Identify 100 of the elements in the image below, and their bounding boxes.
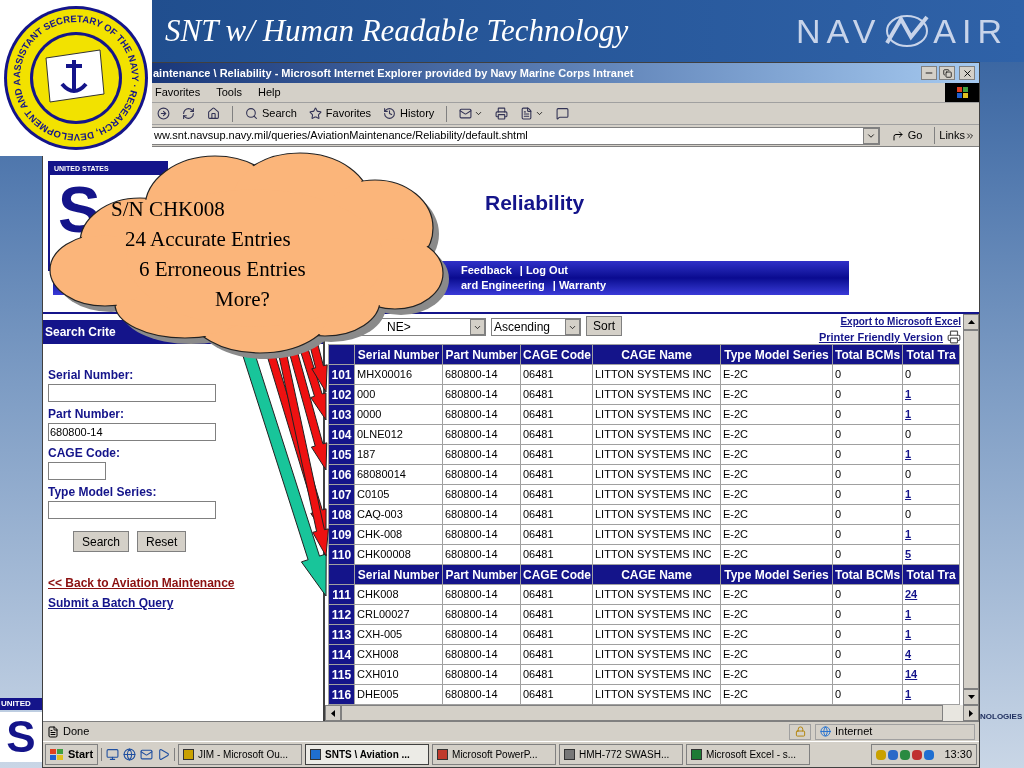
form-button[interactable]: Search [73, 531, 130, 552]
table-cell: E-2C [720, 604, 833, 625]
taskbar-button[interactable]: Microsoft Excel - s... [686, 744, 811, 765]
zone-text: Internet [835, 724, 873, 740]
callout-text: More? [214, 286, 271, 313]
nav-link[interactable]: | Log Out [519, 263, 569, 278]
table-cell: LITTON SYSTEMS INC [592, 544, 721, 565]
chevrons-icon [965, 130, 975, 141]
table-cell: 0 [832, 504, 903, 525]
total-link[interactable]: 1 [905, 688, 912, 701]
close-icon [961, 67, 973, 79]
caret-icon [474, 109, 484, 118]
row-number: 115 [328, 664, 355, 685]
logo-letter: S [0, 712, 42, 762]
vertical-scrollbar[interactable] [963, 314, 979, 705]
table-cell: C0105 [354, 484, 443, 505]
table-cell: E-2C [720, 684, 833, 705]
total-link[interactable]: 5 [905, 548, 912, 561]
table-cell: 06481 [520, 584, 593, 605]
toolbar-button[interactable]: Favorites [304, 103, 376, 124]
close-button[interactable] [959, 66, 975, 80]
windows-logo-icon [945, 83, 979, 102]
total-link[interactable]: 1 [905, 388, 912, 401]
globe-icon [820, 726, 831, 737]
nav-link[interactable]: ard Engineering [461, 278, 545, 293]
menu-item[interactable]: Tools [216, 84, 242, 101]
table-cell: DHE005 [354, 684, 443, 705]
table-cell: 0000 [354, 404, 443, 425]
start-button[interactable]: Start [45, 744, 99, 765]
print-link[interactable]: Printer Friendly Version [818, 331, 943, 343]
links-button[interactable]: Links [934, 127, 975, 144]
total-link[interactable]: 4 [905, 648, 912, 661]
toolbar-button[interactable]: Search [241, 103, 301, 124]
table-cell: 68080014 [354, 464, 443, 485]
sort-button[interactable]: Sort [586, 316, 622, 336]
menu-item[interactable]: Help [257, 84, 281, 101]
text-field[interactable] [48, 384, 216, 402]
table-cell: CXH008 [354, 644, 443, 665]
header-cell [328, 344, 355, 365]
total-link[interactable]: 1 [905, 528, 912, 541]
total-link[interactable]: 24 [905, 588, 918, 601]
form-button[interactable]: Reset [137, 531, 187, 552]
sort-order-select[interactable]: Ascending [491, 318, 581, 336]
table-cell: E-2C [720, 644, 833, 665]
table-cell: CXH010 [354, 664, 443, 685]
quick-launch-button[interactable] [157, 748, 171, 761]
quick-launch-button[interactable] [123, 748, 137, 761]
clock: 13:30 [944, 747, 972, 763]
address-field[interactable]: ww.snt.navsup.navy.mil/queries/AviationMaintenance/Reliability/default.shtml [151, 126, 880, 145]
text-field[interactable] [48, 462, 106, 480]
text-link[interactable]: Submit a Batch Query [48, 594, 174, 612]
text-field[interactable]: 680800-14 [48, 423, 216, 441]
table-cell: 0 [832, 544, 903, 565]
table-cell: LITTON SYSTEMS INC [592, 424, 721, 445]
total-link[interactable]: 1 [905, 628, 912, 641]
toolbar-button[interactable]: History [379, 103, 439, 124]
nav-link[interactable]: | Warranty [552, 278, 607, 293]
total-link[interactable]: 1 [905, 488, 912, 501]
total-link[interactable]: 1 [905, 608, 912, 621]
tray-icon [912, 749, 923, 760]
text-link[interactable]: << Back to Aviation Maintenance [48, 574, 235, 592]
slide-title: SNT w/ Human Readable Technology [165, 11, 629, 50]
table-cell: E-2C [720, 504, 833, 525]
taskbar-button[interactable]: Microsoft PowerP... [432, 744, 557, 765]
quick-launch-button[interactable] [106, 748, 120, 761]
restore-button[interactable] [939, 66, 955, 80]
table-cell: 680800-14 [442, 584, 521, 605]
export-link[interactable]: Export to Microsoft Excel [840, 316, 961, 328]
minimize-button[interactable] [921, 66, 937, 80]
horizontal-scrollbar[interactable] [325, 705, 979, 721]
row-number: 112 [328, 604, 355, 625]
total-link[interactable]: 14 [905, 668, 918, 681]
left-arrow-icon [331, 709, 335, 717]
table-cell: E-2C [720, 404, 833, 425]
table-cell: LITTON SYSTEMS INC [592, 504, 721, 525]
table-cell: 06481 [520, 684, 593, 705]
table-cell: 06481 [520, 464, 593, 485]
text-field[interactable] [48, 501, 216, 519]
menu-item[interactable]: Favorites [155, 84, 201, 101]
table-cell: 680800-14 [442, 444, 521, 465]
app-icon [564, 749, 576, 760]
taskbar-button[interactable]: HMH-772 SWASH... [559, 744, 684, 765]
nav-link[interactable]: Feedback [461, 263, 512, 278]
tray-icon [876, 749, 887, 760]
taskbar-button[interactable]: JIM - Microsoft Ou... [178, 744, 303, 765]
table-cell: E-2C [720, 584, 833, 605]
history-icon [383, 107, 397, 120]
table-cell: 0 [832, 524, 903, 545]
down-arrow-icon [967, 695, 975, 700]
table-cell: 0 [832, 624, 903, 645]
taskbar-button[interactable]: SNTS \ Aviation ... [305, 744, 430, 765]
quick-launch-button[interactable] [140, 748, 154, 761]
column-header: CAGE Name [592, 344, 721, 365]
go-button[interactable]: Go [883, 127, 931, 144]
row-number: 102 [328, 384, 355, 405]
total-link[interactable]: 1 [905, 408, 912, 421]
table-cell: CXH-005 [354, 624, 443, 645]
field-label: Serial Number: [48, 367, 135, 384]
total-link[interactable]: 1 [905, 448, 912, 461]
field-label: Type Model Series: [48, 484, 158, 501]
